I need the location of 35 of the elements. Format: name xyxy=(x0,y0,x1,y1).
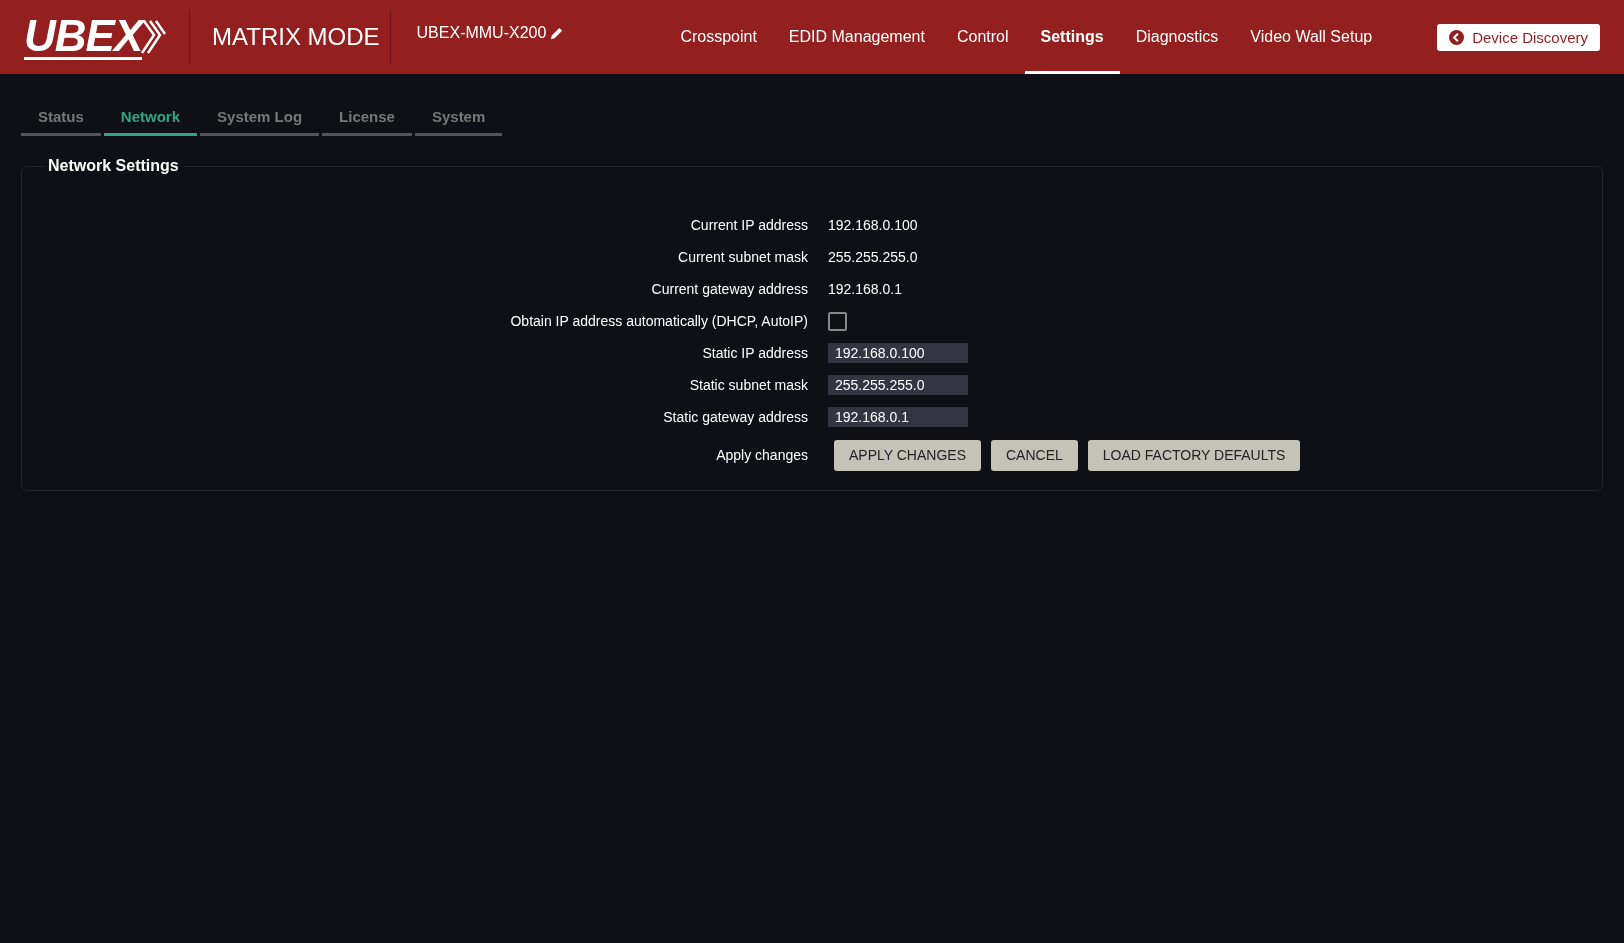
field-label: Static IP address xyxy=(701,345,809,361)
nav-link[interactable]: EDID Management xyxy=(772,0,941,74)
action-button[interactable]: APPLY CHANGES xyxy=(834,439,981,471)
field-label: Apply changes xyxy=(715,447,809,463)
field-value: 192.168.0.100 xyxy=(828,217,918,233)
input-field[interactable]: 192.168.0.1 xyxy=(828,407,968,427)
tab[interactable]: Network xyxy=(103,100,198,136)
tab[interactable]: System Log xyxy=(200,100,320,136)
field-label: Static gateway address xyxy=(662,409,809,425)
action-button[interactable]: CANCEL xyxy=(991,439,1078,471)
nav-link[interactable]: Crosspoint xyxy=(664,0,773,74)
nav-link[interactable]: Control xyxy=(940,0,1025,74)
nav-link[interactable]: Diagnostics xyxy=(1119,0,1235,74)
tab[interactable]: System xyxy=(414,100,503,136)
panel-title: Network Settings xyxy=(44,157,183,175)
back-icon xyxy=(1449,29,1465,45)
action-button[interactable]: LOAD FACTORY DEFAULTS xyxy=(1087,439,1301,471)
tab[interactable]: Status xyxy=(21,100,101,136)
input-field[interactable]: 255.255.255.0 xyxy=(828,375,968,395)
nav-link[interactable]: Settings xyxy=(1024,0,1120,74)
field-label: Current IP address xyxy=(689,217,809,233)
device-name: UBEX-MMU-X200 xyxy=(416,24,547,42)
field-label: Static subnet mask xyxy=(688,377,809,393)
field-label: Current gateway address xyxy=(650,281,809,297)
input-field[interactable]: 192.168.0.100 xyxy=(828,343,968,363)
checkbox[interactable] xyxy=(828,311,847,331)
pencil-icon[interactable] xyxy=(549,25,565,41)
mode-title: MATRIX MODE xyxy=(211,23,380,51)
field-label: Obtain IP address automatically (DHCP, AutoIP) xyxy=(509,313,809,329)
device-discovery-button[interactable]: Device Discovery xyxy=(1437,23,1600,51)
field-value: 192.168.0.1 xyxy=(828,281,902,297)
field-value: 255.255.255.0 xyxy=(828,249,918,265)
nav-link[interactable]: Video Wall Setup xyxy=(1234,0,1389,74)
tab[interactable]: License xyxy=(322,100,412,136)
field-label: Current subnet mask xyxy=(677,249,809,265)
